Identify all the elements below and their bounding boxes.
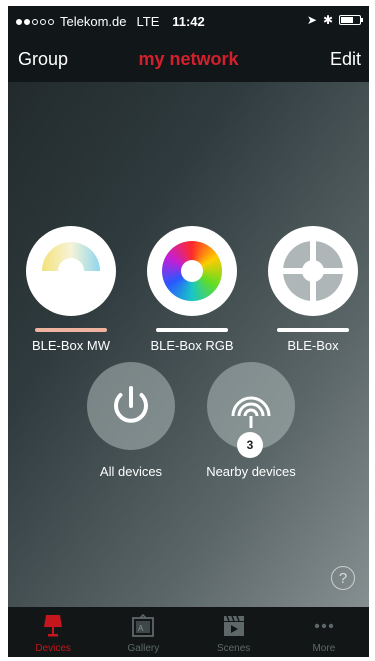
page-title: my network [138,49,239,69]
tab-gallery[interactable]: A Gallery [98,607,188,657]
tab-more[interactable]: More [279,607,369,657]
device-box-bar [277,328,349,332]
more-icon [310,613,338,639]
power-icon [87,362,175,450]
all-devices-button[interactable]: All devices [71,362,191,479]
tab-label: Gallery [127,643,160,654]
nearby-devices-button[interactable]: 3 Nearby devices [191,362,311,479]
bluetooth-icon: ✱ [322,13,333,27]
app-screen: Telekom.de LTE 11:42 ➤ ✱ Group my networ… [8,6,369,657]
device-ble-box-rgb[interactable]: BLE-Box RGB [136,226,248,353]
location-arrow-icon: ➤ [306,13,317,27]
device-mw-icon [26,226,116,316]
device-rgb-icon [147,226,237,316]
device-label: BLE-Box MW [31,338,110,353]
tab-label: Scenes [216,643,251,654]
edit-button[interactable]: Edit [330,49,361,70]
device-label: BLE-Box [287,338,339,353]
tab-scenes[interactable]: Scenes [189,607,279,657]
status-icons: ➤ ✱ [306,13,363,27]
tab-bar: Devices A Gallery Scenes More [8,607,369,657]
nearby-devices-label: Nearby devices [206,464,296,479]
device-label: BLE-Box RGB [150,338,234,353]
lamp-icon [39,613,67,639]
all-devices-label: All devices [99,464,163,479]
device-box-icon [268,226,358,316]
status-bar: Telekom.de LTE 11:42 ➤ ✱ [8,6,369,36]
device-rgb-bar [156,328,228,332]
svg-text:A: A [138,624,144,633]
navigation-bar: Group my network Edit [8,36,369,82]
tab-label: More [312,643,336,654]
help-button[interactable]: ? [331,566,355,590]
tab-label: Devices [35,643,71,654]
device-mw-bar [35,328,107,332]
device-ble-box[interactable]: BLE-Box [257,226,369,353]
battery-icon [339,15,363,25]
nearby-count-badge: 3 [237,432,263,458]
gallery-icon: A [129,613,157,639]
tab-devices[interactable]: Devices [8,607,98,657]
clapperboard-icon [220,613,248,639]
device-ble-box-mw[interactable]: BLE-Box MW [15,226,127,353]
signal-icon: 3 [207,362,295,458]
